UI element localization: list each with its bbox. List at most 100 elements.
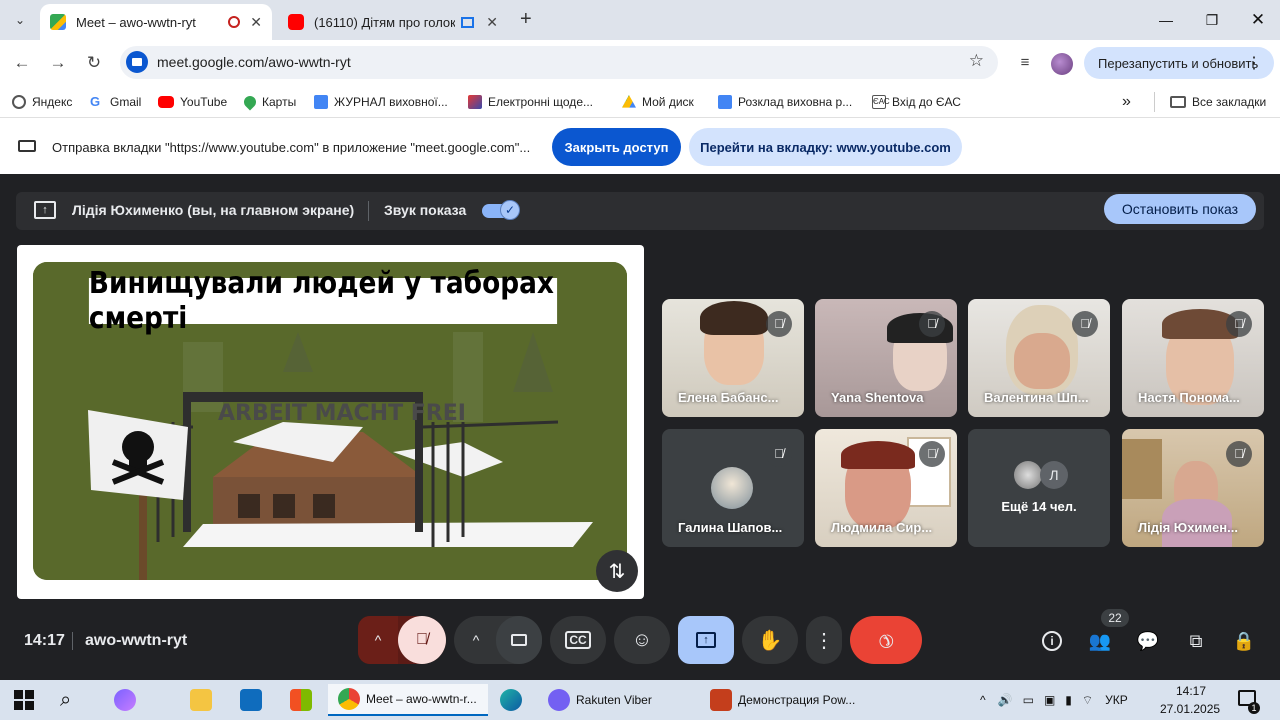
bookmark-gmail[interactable]: G Gmail: [90, 92, 141, 112]
chat-icon[interactable]: 💬: [1132, 625, 1164, 657]
reload-icon[interactable]: ↻: [81, 50, 107, 76]
divider: [368, 201, 369, 221]
present-button[interactable]: ↑: [678, 616, 734, 664]
go-to-tab-button[interactable]: Перейти на вкладку: www.youtube.com: [689, 128, 962, 166]
forward-icon[interactable]: →: [45, 50, 71, 76]
bookmark-journal[interactable]: ЖУРНАЛ виховної...: [314, 92, 448, 112]
bookmark-star-icon[interactable]: ☆: [969, 51, 984, 71]
back-icon[interactable]: ←: [9, 50, 35, 76]
bookmark-maps[interactable]: Карты: [241, 92, 296, 112]
reactions-button[interactable]: ☺: [614, 616, 670, 664]
participant-tile[interactable]: 🎙̸ Галина Шапов...: [662, 429, 804, 547]
profile-avatar[interactable]: [1051, 53, 1073, 75]
share-audio-toggle[interactable]: ✓: [482, 200, 520, 220]
bookmark-schedule[interactable]: Розклад виховна р...: [718, 92, 852, 112]
more-bookmarks-icon[interactable]: »: [1122, 92, 1131, 112]
leave-call-button[interactable]: ✆: [850, 616, 922, 664]
bookmark-eas[interactable]: ЄАС Вхід до ЄАС: [872, 92, 961, 112]
battery-icon[interactable]: ▭: [1023, 693, 1034, 707]
bookmark-label: Gmail: [110, 95, 142, 109]
share-audio-label: Звук показа: [384, 202, 467, 218]
search-icon[interactable]: ⌕: [60, 684, 71, 716]
mic-off-icon: 🎙̸: [919, 441, 945, 467]
bookmarks-bar: Яндекс G Gmail YouTube Карты ЖУРНАЛ вихов…: [0, 86, 1280, 118]
taskbar-chrome[interactable]: Meet – awo-wwtn-r...: [328, 684, 488, 716]
camera-options-chevron-icon[interactable]: ^: [456, 616, 496, 664]
camera-button[interactable]: [496, 616, 542, 664]
chevron-up-icon[interactable]: ^: [980, 693, 986, 707]
minimize-icon[interactable]: —: [1154, 8, 1178, 32]
captions-button[interactable]: CC: [550, 616, 606, 664]
close-access-button[interactable]: Закрыть доступ: [552, 128, 681, 166]
raise-hand-button[interactable]: ✋: [742, 616, 798, 664]
relaunch-label: Перезапустить и обновить: [1098, 55, 1259, 71]
relaunch-button[interactable]: Перезапустить и обновить ⋮: [1084, 47, 1274, 79]
mic-options-chevron-icon[interactable]: ^: [358, 616, 398, 664]
close-tab-icon[interactable]: ✕: [486, 14, 498, 31]
bookmark-youtube[interactable]: YouTube: [158, 92, 227, 112]
url-text[interactable]: meet.google.com/awo-wwtn-ryt: [157, 54, 351, 70]
taskbar-date[interactable]: 27.01.2025: [1160, 702, 1220, 716]
bookmark-label: Мой диск: [642, 95, 694, 109]
outlook-app[interactable]: [240, 684, 268, 716]
participant-tile[interactable]: 🎙̸ Елена Бабанс...: [662, 299, 804, 417]
presenter-label: Лідія Юхименко (вы, на главном экране): [72, 202, 355, 218]
tab-sharing-bar: Отправка вкладки "https://www.youtube.co…: [0, 118, 1280, 174]
all-bookmarks[interactable]: Все закладки: [1170, 92, 1266, 112]
language-indicator[interactable]: УКР: [1105, 693, 1128, 707]
bookmark-label: YouTube: [180, 95, 228, 109]
captions-icon: CC: [565, 631, 591, 649]
close-window-icon[interactable]: ✕: [1246, 8, 1270, 32]
edge-app[interactable]: [500, 684, 528, 716]
edge-icon: [500, 689, 522, 711]
stop-sharing-button[interactable]: Остановить показ: [1104, 194, 1256, 224]
avatar: [1014, 461, 1042, 489]
more-options-button[interactable]: ⋮: [806, 616, 842, 664]
tab-search-button[interactable]: ⌄: [8, 8, 32, 32]
start-button[interactable]: [14, 684, 34, 716]
more-participants-tile[interactable]: Л Ещё 14 чел.: [968, 429, 1110, 547]
meeting-info-icon[interactable]: i: [1036, 625, 1068, 657]
participant-name: Настя Понома...: [1138, 390, 1240, 405]
divider: [1154, 92, 1155, 112]
file-explorer[interactable]: [190, 684, 218, 716]
site-info-icon[interactable]: [126, 51, 148, 73]
usb-icon[interactable]: ▮: [1065, 693, 1072, 707]
restore-icon[interactable]: ❐: [1200, 8, 1224, 32]
swap-layout-button[interactable]: ⇅: [596, 550, 638, 592]
tab-strip: ⌄ Meet – awo-wwtn-ryt ✕ (16110) Дітям пр…: [0, 0, 1280, 40]
people-icon[interactable]: 👥: [1084, 625, 1116, 657]
alice-app[interactable]: [114, 684, 142, 716]
host-controls-icon[interactable]: 🔒: [1228, 625, 1260, 657]
mic-off-button[interactable]: 🎙̸: [398, 616, 446, 664]
new-tab-button[interactable]: +: [520, 8, 532, 31]
bookmark-diary[interactable]: Електронні щоде...: [468, 92, 593, 112]
meeting-time: 14:17: [24, 632, 65, 649]
store-app[interactable]: [290, 684, 318, 716]
participant-tile[interactable]: 🎙̸ Валентина Шп...: [968, 299, 1110, 417]
taskbar-powerpoint[interactable]: Демонстрация Pow...: [710, 684, 855, 716]
tab-youtube[interactable]: (16110) Дітям про голокос ✕: [278, 4, 508, 40]
activities-icon[interactable]: ⧉: [1180, 625, 1212, 657]
tab-meet[interactable]: Meet – awo-wwtn-ryt ✕: [40, 4, 272, 40]
windows-logo-icon: [14, 690, 34, 710]
volume-icon[interactable]: 🔊: [998, 693, 1013, 707]
participant-tile[interactable]: 🎙̸ Yana Shentova: [815, 299, 957, 417]
bookmark-drive[interactable]: Мой диск: [622, 92, 694, 112]
taskbar-viber[interactable]: Rakuten Viber: [548, 684, 652, 716]
wifi-icon[interactable]: ⌔: [1082, 693, 1093, 708]
participant-name: Лідія Юхимен...: [1138, 520, 1238, 535]
docs-icon: [314, 95, 328, 109]
close-tab-icon[interactable]: ✕: [250, 14, 262, 31]
video-camera-icon: [511, 634, 527, 646]
participant-tile-self[interactable]: 🎙̸ Лідія Юхимен...: [1122, 429, 1264, 547]
participant-name: Yana Shentova: [831, 390, 924, 405]
taskbar-time[interactable]: 14:17: [1176, 684, 1206, 698]
participant-tile[interactable]: 🎙̸ Настя Понома...: [1122, 299, 1264, 417]
media-controls-icon[interactable]: ≡: [1012, 50, 1038, 76]
camera-icon[interactable]: ▣: [1044, 693, 1055, 707]
address-bar[interactable]: meet.google.com/awo-wwtn-ryt ☆: [120, 46, 998, 79]
mic-off-icon: 🎙̸: [766, 311, 792, 337]
bookmark-yandex[interactable]: Яндекс: [12, 92, 72, 112]
participant-tile[interactable]: 🎙̸ Людмила Сир...: [815, 429, 957, 547]
